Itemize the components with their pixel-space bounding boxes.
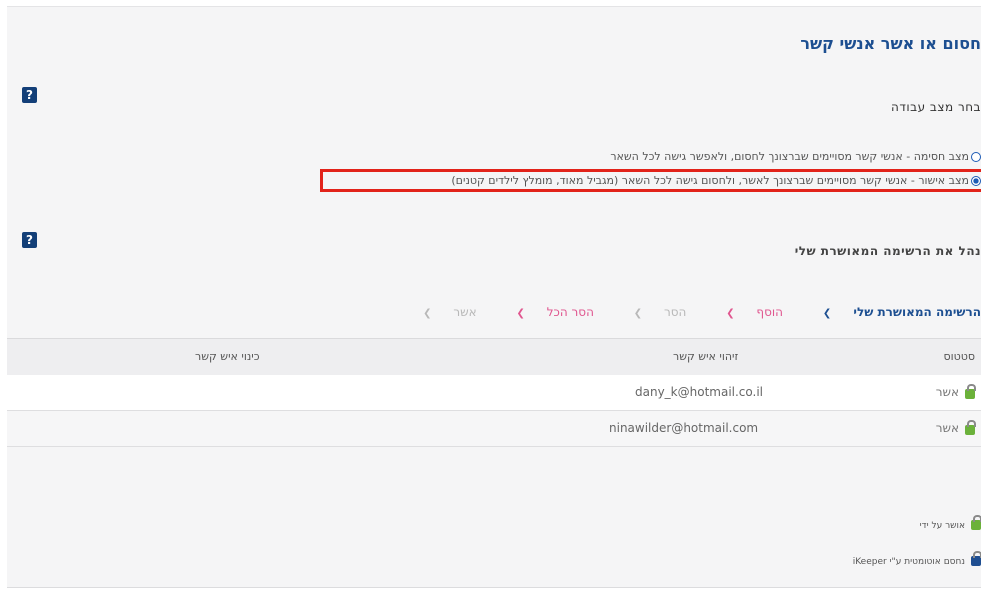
legend-approved: אושר על ידי xyxy=(919,515,981,531)
table-header: סטטוס זיהוי איש קשר כינוי איש קשר xyxy=(7,338,981,377)
remove-button[interactable]: הסר ❯ xyxy=(616,305,687,319)
unlock-icon xyxy=(965,420,976,435)
settings-panel xyxy=(7,6,981,588)
highlight-box xyxy=(320,169,981,192)
legend-auto-blocked-label: נחסם אוטומטית ע"י iKeeper xyxy=(852,557,965,567)
help-icon-approved-list[interactable]: ? xyxy=(22,232,37,248)
chevron-left-icon: ❯ xyxy=(822,308,832,319)
work-mode-heading: בחר מצב עבודה xyxy=(891,100,981,114)
add-button[interactable]: הוסף ❯ xyxy=(708,305,783,319)
approved-list-heading: נהל את הרשימה המאושרת שלי xyxy=(794,244,981,258)
my-approved-list-link[interactable]: הרשימה המאושרת שלי ❯ xyxy=(805,305,981,319)
chevron-left-icon: ❯ xyxy=(516,308,525,319)
row-status: אשר xyxy=(935,421,959,435)
table-row[interactable]: אשר ninawilder@hotmail.com xyxy=(7,411,981,447)
lock-icon xyxy=(971,551,981,566)
table-row[interactable]: אשר dany_k@hotmail.co.il xyxy=(7,375,981,411)
approve-button[interactable]: אשר ❯ xyxy=(405,305,477,319)
column-contact-nick[interactable]: כינוי איש קשר xyxy=(195,350,260,363)
unlock-icon xyxy=(971,515,981,530)
radio-icon[interactable] xyxy=(971,152,981,162)
help-icon-work-mode[interactable]: ? xyxy=(22,87,37,103)
column-contact-id[interactable]: זיהוי איש קשר xyxy=(673,350,738,363)
legend-auto-blocked: נחסם אוטומטית ע"י iKeeper xyxy=(852,551,981,567)
chevron-left-icon: ❯ xyxy=(726,308,735,319)
page-title: חסום או אשר אנשי קשר xyxy=(800,34,981,53)
chevron-left-icon: ❯ xyxy=(423,308,432,319)
chevron-left-icon: ❯ xyxy=(633,308,643,319)
unlock-icon xyxy=(965,384,976,399)
radio-block-mode-label: מצב חסימה - אנשי קשר מסויימים שברצונך לח… xyxy=(610,150,969,163)
row-contact-id: ninawilder@hotmail.com xyxy=(609,421,759,435)
radio-block-mode[interactable]: מצב חסימה - אנשי קשר מסויימים שברצונך לח… xyxy=(610,150,981,163)
remove-all-button[interactable]: הסר הכל ❯ xyxy=(498,305,593,319)
row-status: אשר xyxy=(935,385,959,399)
action-bar: הרשימה המאושרת שלי ❯ הוסף ❯ הסר ❯ הסר הכ… xyxy=(387,305,981,319)
column-status[interactable]: סטטוס xyxy=(943,350,975,363)
row-contact-id: dany_k@hotmail.co.il xyxy=(635,385,764,399)
legend-approved-label: אושר על ידי xyxy=(919,521,965,531)
